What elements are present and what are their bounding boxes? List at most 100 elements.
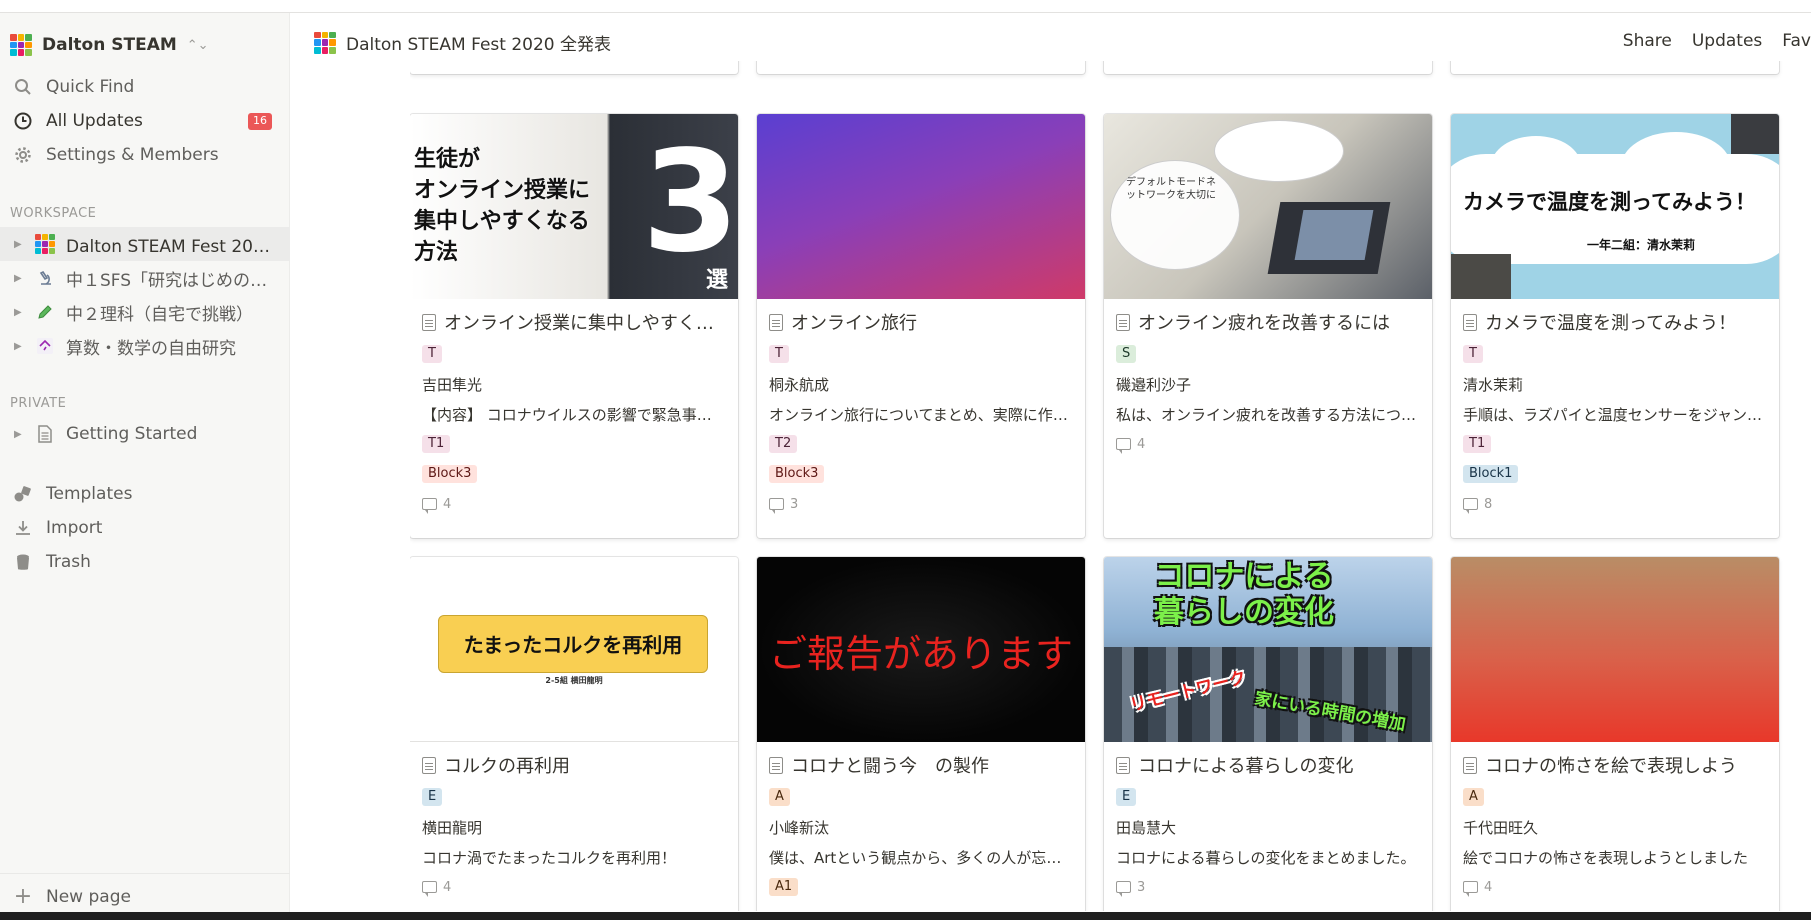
gallery-card[interactable]: 生徒が オンライン授業に 集中しやすくなる 方法 3 選 オンライン授業に集中し… xyxy=(410,114,738,538)
grade-tag: T1 xyxy=(422,435,451,453)
category-tag: A xyxy=(769,788,790,806)
pencil-icon xyxy=(34,301,56,323)
clock-icon xyxy=(12,110,34,132)
import-icon xyxy=(12,517,34,539)
cover-big-number: 3 xyxy=(642,121,738,284)
breadcrumb[interactable]: Dalton STEAM Fest 2020 全発表 xyxy=(314,30,611,55)
sidebar-page-label: 中２理科（自宅で挑戦） xyxy=(66,304,253,325)
card-description: 私は、オンライン疲れを改善する方法について調べました xyxy=(1116,405,1420,424)
comment-icon xyxy=(1463,498,1478,514)
comment-count: 8 xyxy=(1451,489,1779,519)
sidebar-item-label: Settings & Members xyxy=(46,145,219,165)
private-section-label: PRIVATE xyxy=(10,396,67,411)
cover-text: たまったコルクを再利用 xyxy=(463,633,683,657)
author-name: 吉田隼光 xyxy=(422,375,483,394)
author-name: 田島慧大 xyxy=(1116,818,1177,837)
gallery-card[interactable]: カメラで温度を測ってみよう！ 一年二組：清水茉莉 カメラで温度を測ってみよう！ … xyxy=(1451,114,1779,538)
plus-icon: + xyxy=(13,884,33,909)
sidebar-item-all-updates[interactable]: All Updates 16 xyxy=(0,105,290,137)
cover-text: 生徒が オンライン授業に 集中しやすくなる 方法 xyxy=(414,147,591,265)
card-cover-image: ご報告があります xyxy=(757,557,1085,742)
sidebar-item-label: Import xyxy=(46,518,103,538)
card-title: オンライン疲れを改善するには xyxy=(1104,305,1432,339)
cover-sub-text: 2-5組 横田龍明 xyxy=(545,676,603,685)
expand-triangle-icon[interactable]: ▶ xyxy=(14,429,28,440)
sidebar-page-label: 中１SFS「研究はじめの一歩」 xyxy=(66,270,271,291)
author-name: 小峰新汰 xyxy=(769,818,830,837)
expand-triangle-icon[interactable]: ▶ xyxy=(14,307,28,318)
page-icon xyxy=(1463,313,1477,331)
cover-sub-text: 一年二組：清水茉莉 xyxy=(1587,238,1696,252)
expand-triangle-icon[interactable]: ▶ xyxy=(14,239,28,250)
sidebar-item-quick-find[interactable]: Quick Find xyxy=(0,71,290,103)
card-title: コルクの再利用 xyxy=(410,748,738,782)
sidebar-page-sfs[interactable]: ▶ 中１SFS「研究はじめの一歩」 xyxy=(0,261,290,295)
sidebar-item-templates[interactable]: Templates xyxy=(0,478,290,510)
comment-icon xyxy=(422,498,437,514)
sidebar-item-label: Trash xyxy=(46,552,91,572)
sidebar-item-label: Templates xyxy=(46,484,133,504)
page-icon xyxy=(1463,756,1477,774)
cover-text: ご報告があります xyxy=(768,632,1073,676)
gallery-card[interactable]: コロナの怖さを絵で表現しよう A 千代田旺久 絵でコロナの怖さを表現しようとしま… xyxy=(1451,557,1779,911)
gallery-card-stub[interactable] xyxy=(1104,61,1432,74)
comment-count: 3 xyxy=(1104,872,1432,902)
card-description: コロナによる暮らしの変化をまとめました。 xyxy=(1116,848,1416,867)
top-actions: Share Updates Fav xyxy=(1623,31,1811,51)
gallery-card-stub[interactable] xyxy=(1451,61,1779,74)
block-tag: Block3 xyxy=(422,465,478,483)
card-description: 絵でコロナの怖さを表現しようとしました xyxy=(1463,848,1749,867)
card-title: コロナの怖さを絵で表現しよう xyxy=(1451,748,1779,782)
gallery-view: 生徒が オンライン授業に 集中しやすくなる 方法 3 選 オンライン授業に集中し… xyxy=(410,61,1811,911)
category-tag: T xyxy=(422,345,442,363)
comment-icon xyxy=(1116,438,1131,454)
gallery-card[interactable]: デフォルトモードネットワークを大切に オンライン疲れを改善するには S 磯邉利沙… xyxy=(1104,114,1432,538)
logo-icon xyxy=(314,31,336,54)
gallery-card-stub[interactable] xyxy=(757,61,1085,74)
comment-count: 4 xyxy=(410,872,738,902)
card-title: オンライン授業に集中しやすくなる方法3選 xyxy=(410,305,738,339)
comment-icon xyxy=(422,881,437,897)
gallery-card[interactable]: たまったコルクを再利用 2-5組 横田龍明 コルクの再利用 E 横田龍明 コロナ… xyxy=(410,557,738,911)
cover-text: カメラで温度を測ってみよう！ xyxy=(1463,190,1756,214)
gallery-card[interactable]: オンライン旅行 T 桐永航成 オンライン旅行についてまとめ、実際に作ってみました… xyxy=(757,114,1085,538)
page-icon xyxy=(769,313,783,331)
card-cover-image: デフォルトモードネットワークを大切に xyxy=(1104,114,1432,299)
favorite-button[interactable]: Fav xyxy=(1782,31,1811,51)
workspace-switcher[interactable]: Dalton STEAM ⌃⌄ xyxy=(10,30,209,60)
sidebar-item-import[interactable]: Import xyxy=(0,512,290,544)
cover-bubble-text: デフォルトモードネットワークを大切に xyxy=(1126,177,1216,201)
sidebar-page-label: 算数・数学の自由研究 xyxy=(66,338,236,359)
trash-icon xyxy=(12,551,34,573)
cover-text: コロナによる 暮らしの変化 xyxy=(1154,559,1334,630)
category-tag: T xyxy=(1463,345,1483,363)
sidebar-page-science[interactable]: ▶ 中２理科（自宅で挑戦） xyxy=(0,295,290,329)
sidebar-page-getting-started[interactable]: ▶ Getting Started xyxy=(0,417,290,451)
gallery-card[interactable]: コロナによる 暮らしの変化 リモートワーク 家にいる時間の増加 コロナによる暮ら… xyxy=(1104,557,1432,911)
card-title: コロナと闘う今 の製作 xyxy=(757,748,1085,782)
card-cover-image: たまったコルクを再利用 2-5組 横田龍明 xyxy=(410,557,738,742)
sidebar-item-settings[interactable]: Settings & Members xyxy=(0,139,290,171)
card-description: 【内容】 コロナウイルスの影響で緊急事態宣言が発令され xyxy=(422,405,726,424)
comment-count: 3 xyxy=(757,489,1085,519)
sidebar-page-math[interactable]: ▶ 算数・数学の自由研究 xyxy=(0,329,290,363)
updates-count-badge: 16 xyxy=(248,113,272,130)
gallery-card-stub[interactable] xyxy=(410,61,738,74)
card-cover-gradient xyxy=(757,114,1085,299)
gallery-card[interactable]: ご報告があります コロナと闘う今 の製作 A 小峰新汰 僕は、Artという観点か… xyxy=(757,557,1085,911)
updates-button[interactable]: Updates xyxy=(1692,31,1762,51)
sidebar-item-trash[interactable]: Trash xyxy=(0,546,290,578)
sidebar-page-dalton-steam-fest[interactable]: ▶ Dalton STEAM Fest 2020 全発表 xyxy=(0,227,290,261)
author-name: 磯邉利沙子 xyxy=(1116,375,1192,394)
share-button[interactable]: Share xyxy=(1623,31,1672,51)
author-name: 千代田旺久 xyxy=(1463,818,1539,837)
sidebar-item-label: All Updates xyxy=(46,111,143,131)
workspace-name: Dalton STEAM xyxy=(42,35,177,55)
cover-sub-text: 選 xyxy=(706,268,729,293)
expand-triangle-icon[interactable]: ▶ xyxy=(14,273,28,284)
chevron-updown-icon: ⌃⌄ xyxy=(186,37,209,53)
comment-count: 4 xyxy=(410,489,738,519)
workspace-logo-icon xyxy=(10,34,32,56)
expand-triangle-icon[interactable]: ▶ xyxy=(14,341,28,352)
card-title: カメラで温度を測ってみよう！ xyxy=(1451,305,1779,339)
